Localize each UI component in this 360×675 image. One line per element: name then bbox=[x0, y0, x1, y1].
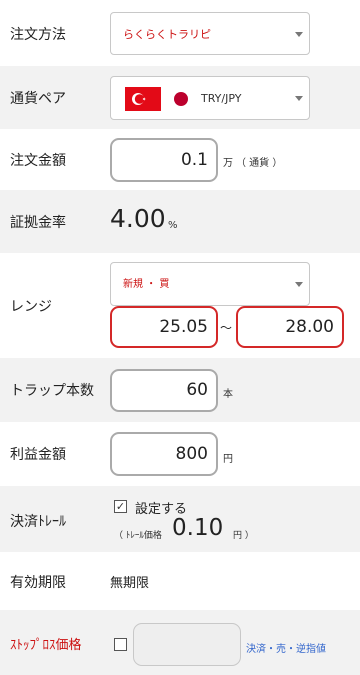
trap-count-unit: 本 bbox=[223, 389, 233, 400]
profit-amount-value: 800 bbox=[175, 444, 208, 464]
range-low-input[interactable]: 25.05 bbox=[110, 306, 218, 348]
checkbox-checked-icon[interactable]: ✓ bbox=[114, 500, 127, 513]
trap-count-label: トラップ本数 bbox=[10, 383, 94, 399]
order-method-row: 注文方法 らくらくトラリピ bbox=[0, 0, 360, 66]
order-method-value: らくらくトラリピ bbox=[123, 28, 211, 41]
range-tilde: ～ bbox=[220, 321, 233, 335]
order-amount-row: 注文金額 0.1 万 （ 通貨 ） bbox=[0, 129, 360, 190]
order-amount-label: 注文金額 bbox=[10, 153, 66, 169]
range-low-value: 25.05 bbox=[159, 317, 208, 337]
currency-pair-value: TRY/JPY bbox=[201, 92, 242, 105]
range-row: レンジ 新規 ・ 買 25.05 ～ 28.00 bbox=[0, 253, 360, 358]
order-amount-unit-note: （ 通貨 ） bbox=[236, 158, 283, 169]
currency-pair-row: 通貨ペア TRY/JPY bbox=[0, 66, 360, 129]
chevron-down-icon bbox=[295, 96, 303, 101]
trap-count-value: 60 bbox=[186, 380, 208, 400]
settlement-trail-label: 決済ﾄﾚｰﾙ bbox=[10, 514, 66, 530]
profit-amount-label: 利益金額 bbox=[10, 447, 66, 463]
currency-pair-select[interactable]: TRY/JPY bbox=[110, 76, 310, 120]
expiry-row: 有効期限 無期限 bbox=[0, 552, 360, 610]
range-high-value: 28.00 bbox=[285, 317, 334, 337]
expiry-value: 無期限 bbox=[110, 576, 150, 591]
stop-loss-label: ｽﾄｯﾌﾟﾛｽ価格 bbox=[10, 638, 82, 653]
settlement-trail-row: 決済ﾄﾚｰﾙ ✓ 設定する （ ﾄﾚｰﾙ価格 0.10 円 ） bbox=[0, 486, 360, 552]
chevron-down-icon bbox=[295, 31, 303, 37]
order-method-select[interactable]: らくらくトラリピ bbox=[110, 12, 310, 55]
profit-amount-input[interactable]: 800 bbox=[110, 432, 218, 476]
trail-price-note: （ ﾄﾚｰﾙ価格 bbox=[114, 531, 162, 541]
stop-loss-input[interactable] bbox=[133, 623, 241, 666]
trail-price-value: 0.10 bbox=[172, 515, 224, 541]
trail-price-unit: 円 ） bbox=[233, 531, 254, 541]
japan-flag-icon bbox=[163, 87, 199, 111]
margin-rate-row: 証拠金率 4.00 % bbox=[0, 190, 360, 253]
currency-pair-label: 通貨ペア bbox=[10, 91, 66, 107]
stop-loss-note-link[interactable]: 決済・売・逆指値 bbox=[246, 640, 326, 655]
expiry-label: 有効期限 bbox=[10, 575, 66, 591]
trap-count-input[interactable]: 60 bbox=[110, 369, 218, 412]
profit-amount-row: 利益金額 800 円 bbox=[0, 422, 360, 486]
stop-loss-row: ｽﾄｯﾌﾟﾛｽ価格 決済・売・逆指値 bbox=[0, 610, 360, 675]
range-high-input[interactable]: 28.00 bbox=[236, 306, 344, 348]
turkey-flag-icon bbox=[125, 87, 161, 111]
chevron-down-icon bbox=[295, 282, 303, 287]
margin-rate-label: 証拠金率 bbox=[10, 215, 66, 231]
order-method-label: 注文方法 bbox=[10, 27, 66, 43]
profit-amount-unit: 円 bbox=[223, 454, 233, 465]
range-direction-select[interactable]: 新規 ・ 買 bbox=[110, 262, 310, 306]
checkbox-unchecked-icon[interactable] bbox=[114, 638, 127, 651]
margin-rate-unit: % bbox=[168, 220, 178, 231]
order-amount-value: 0.1 bbox=[180, 150, 208, 170]
range-direction-value: 新規 ・ 買 bbox=[123, 279, 170, 290]
trap-count-row: トラップ本数 60 本 bbox=[0, 358, 360, 422]
range-label: レンジ bbox=[10, 299, 52, 315]
margin-rate-value: 4.00 bbox=[110, 204, 166, 233]
order-amount-input[interactable]: 0.1 bbox=[110, 138, 218, 182]
order-amount-unit: 万 bbox=[223, 158, 233, 169]
